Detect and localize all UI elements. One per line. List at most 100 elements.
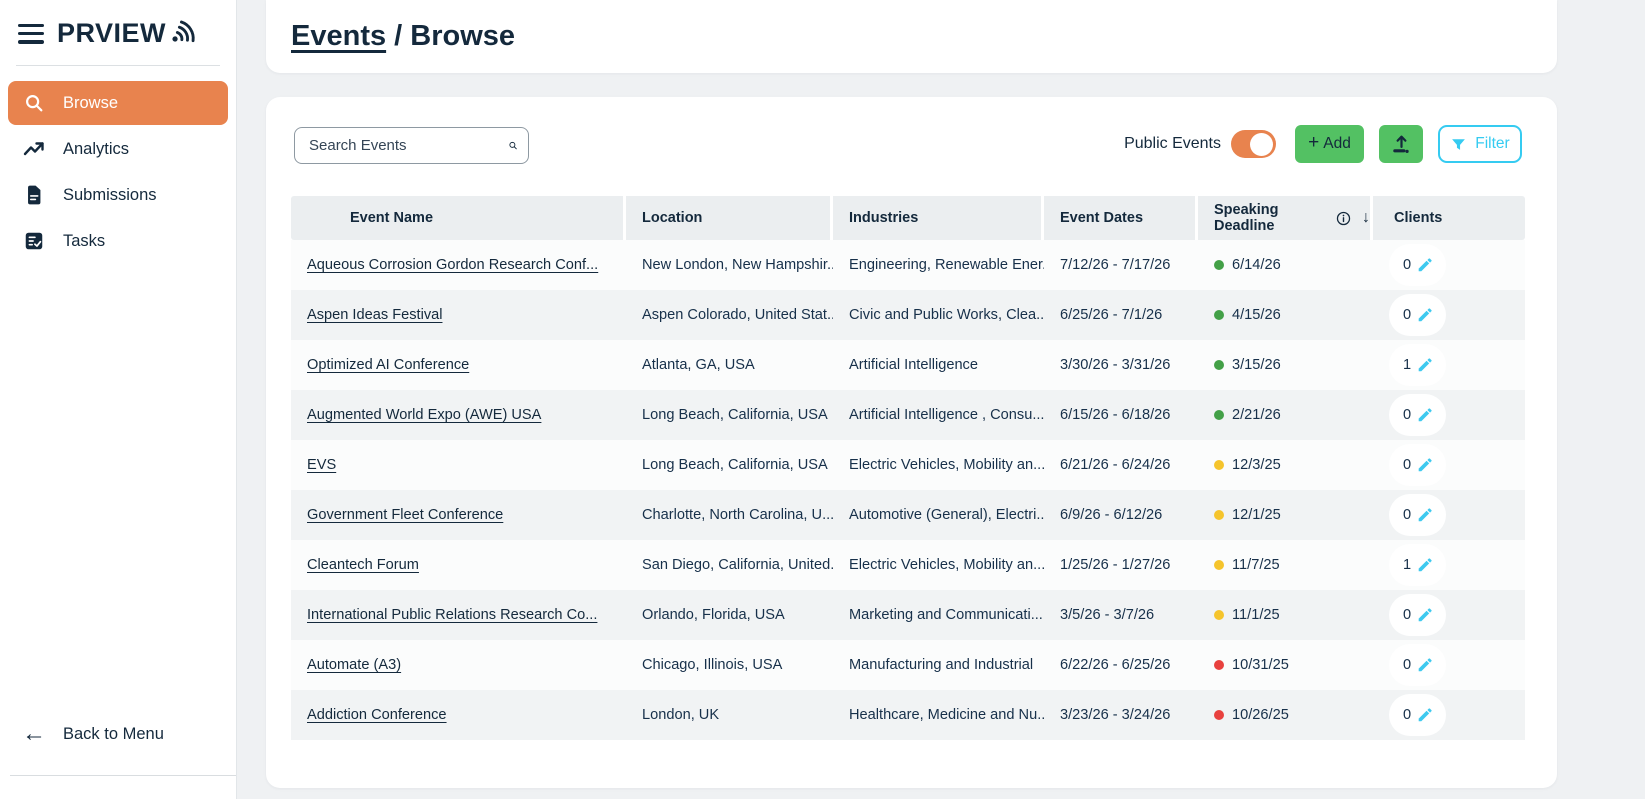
upload-button[interactable] xyxy=(1379,125,1423,163)
info-icon[interactable] xyxy=(1335,210,1352,227)
search-icon[interactable] xyxy=(508,135,518,156)
column-header-speaking-deadline[interactable]: Speaking Deadline ↓ xyxy=(1198,196,1373,240)
main-area: Events / Browse Public Events + Add Filt… xyxy=(238,0,1645,799)
edit-clients-icon[interactable] xyxy=(1416,256,1434,274)
column-header-clients[interactable]: Clients xyxy=(1373,196,1525,240)
clients-pill: 0 xyxy=(1389,294,1446,336)
deadline-status-dot xyxy=(1214,260,1224,270)
page-header: Events / Browse xyxy=(266,0,1557,73)
deadline-status-dot xyxy=(1214,510,1224,520)
event-name-cell: Automate (A3) xyxy=(291,640,626,690)
event-name-link[interactable]: Automate (A3) xyxy=(307,657,401,673)
document-icon xyxy=(22,183,46,207)
speaking-deadline-cell: 2/21/26 xyxy=(1198,390,1373,440)
event-name-link[interactable]: Aspen Ideas Festival xyxy=(307,307,442,323)
search-box xyxy=(294,127,529,164)
table-row[interactable]: International Public Relations Research … xyxy=(291,590,1525,640)
clients-cell: 0 xyxy=(1373,240,1525,290)
app-logo-text: PRVIEW xyxy=(57,18,166,49)
table-row[interactable]: Augmented World Expo (AWE) USA Long Beac… xyxy=(291,390,1525,440)
industries-cell: Healthcare, Medicine and Nu... xyxy=(833,690,1044,740)
table-row[interactable]: Aqueous Corrosion Gordon Research Conf..… xyxy=(291,240,1525,290)
column-header-industries[interactable]: Industries xyxy=(833,196,1044,240)
event-name-cell: Aqueous Corrosion Gordon Research Conf..… xyxy=(291,240,626,290)
event-name-cell: Optimized AI Conference xyxy=(291,340,626,390)
deadline-status-dot xyxy=(1214,610,1224,620)
table-row[interactable]: Addiction Conference London, UK Healthca… xyxy=(291,690,1525,740)
table-row[interactable]: Optimized AI Conference Atlanta, GA, USA… xyxy=(291,340,1525,390)
events-table: Event Name Location Industries Event Dat… xyxy=(291,196,1525,740)
column-header-event-dates[interactable]: Event Dates xyxy=(1044,196,1198,240)
table-row[interactable]: Cleantech Forum San Diego, California, U… xyxy=(291,540,1525,590)
deadline-date: 3/15/26 xyxy=(1232,357,1281,373)
event-name-link[interactable]: Optimized AI Conference xyxy=(307,357,469,373)
edit-clients-icon[interactable] xyxy=(1416,606,1434,624)
event-name-link[interactable]: Aqueous Corrosion Gordon Research Conf..… xyxy=(307,257,598,273)
clients-pill: 0 xyxy=(1389,244,1446,286)
event-name-link[interactable]: International Public Relations Research … xyxy=(307,607,597,623)
table-row[interactable]: EVS Long Beach, California, USA Electric… xyxy=(291,440,1525,490)
clients-pill: 0 xyxy=(1389,644,1446,686)
add-button-label: Add xyxy=(1323,135,1351,153)
breadcrumb-events-link[interactable]: Events xyxy=(291,20,386,52)
deadline-date: 10/31/25 xyxy=(1232,657,1289,673)
event-name-link[interactable]: Augmented World Expo (AWE) USA xyxy=(307,407,541,423)
sidebar: PRVIEW Browse Analytics xyxy=(0,0,237,799)
edit-clients-icon[interactable] xyxy=(1416,656,1434,674)
clients-cell: 0 xyxy=(1373,690,1525,740)
sidebar-item-analytics[interactable]: Analytics xyxy=(8,127,228,171)
speaking-deadline-cell: 12/3/25 xyxy=(1198,440,1373,490)
sort-descending-icon[interactable]: ↓ xyxy=(1362,209,1370,227)
industries-cell: Artificial Intelligence xyxy=(833,340,1044,390)
sidebar-item-submissions[interactable]: Submissions xyxy=(8,173,228,217)
deadline-status-dot xyxy=(1214,560,1224,570)
deadline-status-dot xyxy=(1214,460,1224,470)
deadline-date: 11/7/25 xyxy=(1232,557,1280,573)
edit-clients-icon[interactable] xyxy=(1416,706,1434,724)
add-button[interactable]: + Add xyxy=(1295,125,1364,163)
edit-clients-icon[interactable] xyxy=(1416,406,1434,424)
breadcrumb-current: / Browse xyxy=(386,20,515,52)
industries-cell: Marketing and Communicati... xyxy=(833,590,1044,640)
public-events-toggle[interactable] xyxy=(1231,130,1276,158)
toolbar-controls: Public Events + Add Filter xyxy=(1124,124,1522,164)
edit-clients-icon[interactable] xyxy=(1416,506,1434,524)
clients-pill: 0 xyxy=(1389,444,1446,486)
back-arrow-icon: ← xyxy=(22,722,46,746)
column-header-event-name[interactable]: Event Name xyxy=(291,196,626,240)
event-name-cell: Aspen Ideas Festival xyxy=(291,290,626,340)
sidebar-nav: Browse Analytics Submissions Tasks xyxy=(0,66,236,263)
speaking-deadline-cell: 4/15/26 xyxy=(1198,290,1373,340)
event-name-link[interactable]: Cleantech Forum xyxy=(307,557,419,573)
back-to-menu-label: Back to Menu xyxy=(63,725,164,744)
edit-clients-icon[interactable] xyxy=(1416,356,1434,374)
search-input[interactable] xyxy=(309,137,508,154)
speaking-deadline-cell: 11/7/25 xyxy=(1198,540,1373,590)
sidebar-item-browse[interactable]: Browse xyxy=(8,81,228,125)
location-cell: Long Beach, California, USA xyxy=(626,440,833,490)
hamburger-menu-icon[interactable] xyxy=(18,24,44,44)
edit-clients-icon[interactable] xyxy=(1416,306,1434,324)
column-header-location[interactable]: Location xyxy=(626,196,833,240)
page-title: Events / Browse xyxy=(291,20,515,53)
event-dates-cell: 6/25/26 - 7/1/26 xyxy=(1044,290,1198,340)
event-name-link[interactable]: Addiction Conference xyxy=(307,707,447,723)
deadline-date: 11/1/25 xyxy=(1232,607,1280,623)
app-logo: PRVIEW xyxy=(57,18,198,49)
table-row[interactable]: Automate (A3) Chicago, Illinois, USA Man… xyxy=(291,640,1525,690)
event-name-link[interactable]: Government Fleet Conference xyxy=(307,507,503,523)
edit-clients-icon[interactable] xyxy=(1416,456,1434,474)
filter-button[interactable]: Filter xyxy=(1438,125,1522,163)
event-name-cell: Government Fleet Conference xyxy=(291,490,626,540)
table-row[interactable]: Aspen Ideas Festival Aspen Colorado, Uni… xyxy=(291,290,1525,340)
event-name-link[interactable]: EVS xyxy=(307,457,336,473)
sidebar-item-tasks[interactable]: Tasks xyxy=(8,219,228,263)
event-name-cell: EVS xyxy=(291,440,626,490)
speaking-deadline-cell: 11/1/25 xyxy=(1198,590,1373,640)
back-to-menu-button[interactable]: ← Back to Menu xyxy=(0,716,236,752)
edit-clients-icon[interactable] xyxy=(1416,556,1434,574)
event-dates-cell: 6/22/26 - 6/25/26 xyxy=(1044,640,1198,690)
clients-pill: 1 xyxy=(1389,544,1446,586)
clients-pill: 0 xyxy=(1389,394,1446,436)
table-row[interactable]: Government Fleet Conference Charlotte, N… xyxy=(291,490,1525,540)
